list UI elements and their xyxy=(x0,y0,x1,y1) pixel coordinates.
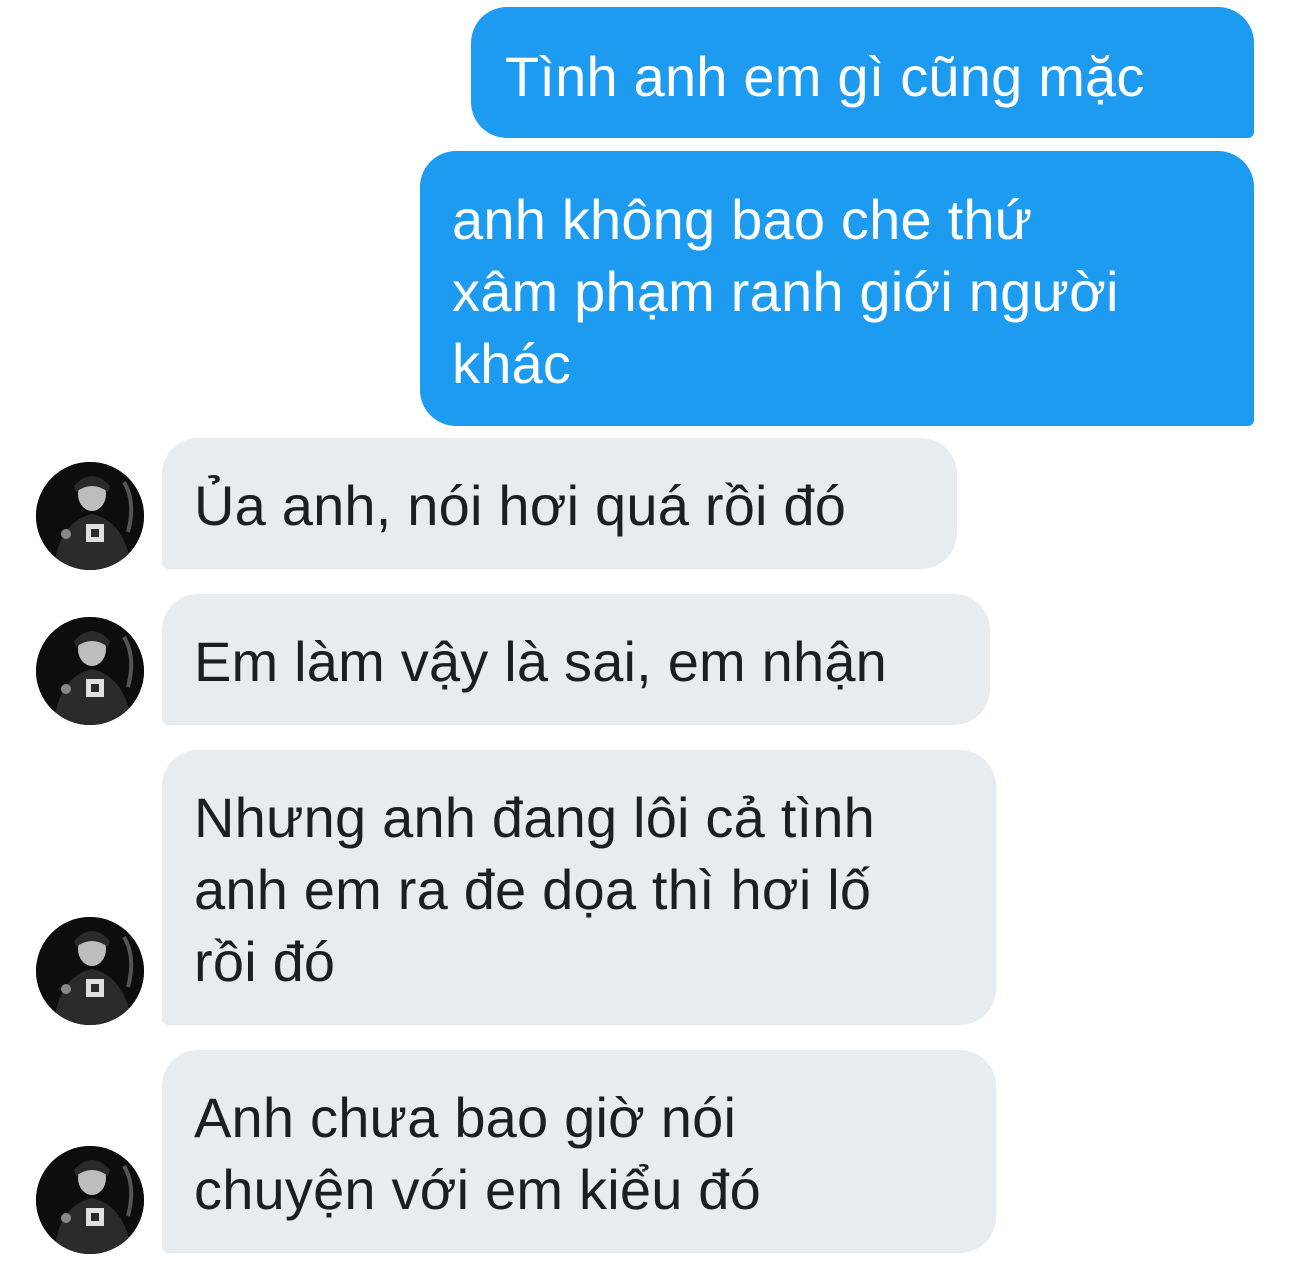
contact-avatar[interactable] xyxy=(36,462,144,570)
contact-avatar[interactable] xyxy=(36,617,144,725)
incoming-message-bubble[interactable]: Anh chưa bao giờ nói chuyện với em kiểu … xyxy=(162,1050,996,1253)
message-text-line: rồi đó xyxy=(194,930,336,993)
message-text-line: anh em ra đe dọa thì hơi lố xyxy=(194,858,872,921)
outgoing-message-bubble[interactable]: anh không bao che thứ xâm phạm ranh giới… xyxy=(420,151,1254,426)
avatar-photo-icon xyxy=(36,1146,144,1254)
avatar-photo-icon xyxy=(36,462,144,570)
contact-avatar[interactable] xyxy=(36,917,144,1025)
avatar-photo-icon xyxy=(36,917,144,1025)
incoming-message-bubble[interactable]: Em làm vậy là sai, em nhận xyxy=(162,594,990,725)
avatar-photo-icon xyxy=(36,617,144,725)
incoming-message-bubble[interactable]: Nhưng anh đang lôi cả tình anh em ra đe … xyxy=(162,750,996,1025)
incoming-message-bubble[interactable]: Ủa anh, nói hơi quá rồi đó xyxy=(162,438,957,569)
message-text-line: khác xyxy=(452,332,572,395)
message-text-line: Anh chưa bao giờ nói xyxy=(194,1086,737,1149)
message-text: Tình anh em gì cũng mặc xyxy=(505,45,1145,108)
message-text-line: xâm phạm ranh giới người xyxy=(452,260,1119,323)
contact-avatar[interactable] xyxy=(36,1146,144,1254)
message-text-line: chuyện với em kiểu đó xyxy=(194,1158,761,1221)
outgoing-message-bubble[interactable]: Tình anh em gì cũng mặc xyxy=(471,7,1254,138)
message-text: Ủa anh, nói hơi quá rồi đó xyxy=(194,474,847,537)
message-text-line: anh không bao che thứ xyxy=(452,188,1033,251)
message-text-line: Nhưng anh đang lôi cả tình xyxy=(194,786,875,849)
message-text: Em làm vậy là sai, em nhận xyxy=(194,630,888,693)
